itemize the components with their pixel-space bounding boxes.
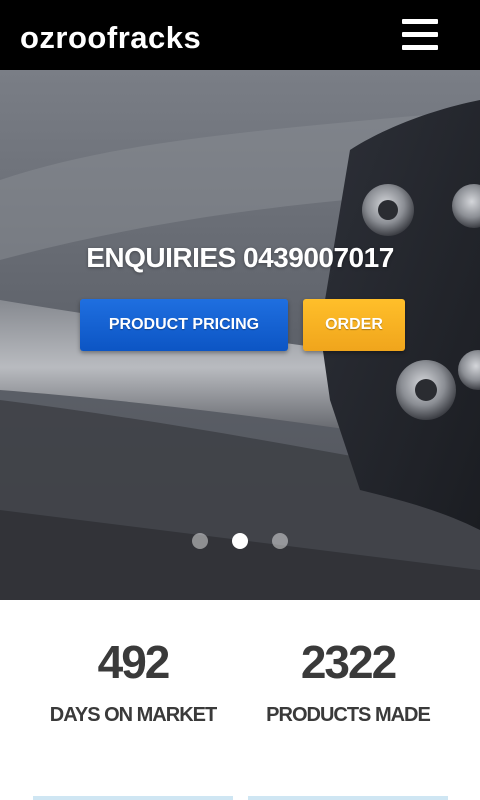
order-button[interactable]: ORDER (303, 299, 405, 351)
stat-value: 2322 (300, 636, 397, 688)
stat-days-on-market: 492 DAYS ON MARKET (33, 634, 233, 727)
stat-label: DAYS ON MARKET (49, 704, 217, 726)
stat-products-made: 2322 PRODUCTS MADE (248, 634, 448, 727)
enquiries-heading: ENQUIRIES 0439007017 (86, 242, 394, 273)
stat-label: PRODUCTS MADE (266, 704, 431, 726)
site-brand[interactable]: ozroofracks (20, 18, 201, 58)
card-top-edge (33, 796, 233, 800)
product-pricing-button[interactable]: PRODUCT PRICING (80, 299, 288, 351)
top-navbar: ozroofracks (0, 0, 480, 70)
slide-dot-3[interactable] (272, 533, 288, 549)
hero-slider: ENQUIRIES 0439007017 PRODUCT PRICING ORD… (0, 70, 480, 600)
slide-dot-1[interactable] (192, 533, 208, 549)
slide-dot-2-active[interactable] (232, 533, 248, 549)
stats-section: 492 DAYS ON MARKET 2322 PRODUCTS MADE (0, 600, 480, 800)
slider-pagination (0, 533, 480, 549)
stat-value: 492 (97, 636, 171, 688)
hamburger-menu-icon[interactable] (402, 18, 438, 52)
card-top-edge (248, 796, 448, 800)
